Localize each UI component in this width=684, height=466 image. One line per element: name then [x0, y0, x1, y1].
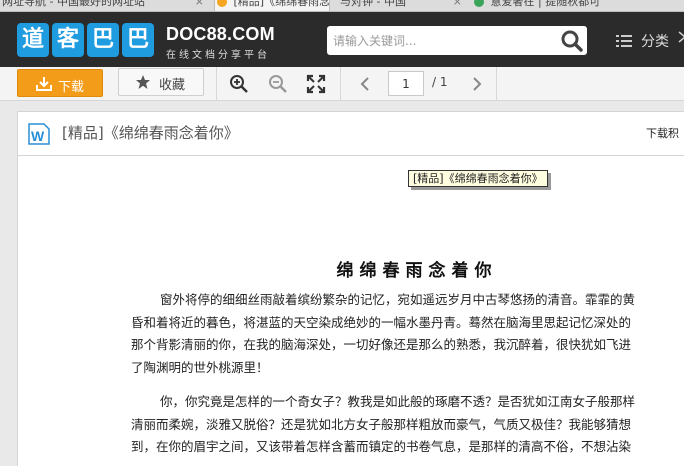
- download-label: 下载: [58, 80, 85, 95]
- brand-tagline: 在线文档分享平台: [166, 50, 270, 61]
- paragraph-line: 你，你究竟是怎样的一个奇女子？教我是如此般的琢磨不透？是否犹如江南女子般那样: [160, 394, 636, 409]
- search-box: [327, 26, 587, 55]
- download-icon: [36, 77, 52, 91]
- download-points-label[interactable]: 下载积: [646, 125, 679, 141]
- download-button[interactable]: 下载: [17, 69, 103, 97]
- browser-tab-1[interactable]: 网址导航 - 中国最好的网址站 ×: [0, 0, 208, 11]
- paragraph-line: 昏和着将近的暮色，将湛蓝的天空染成绝妙的一幅水墨丹青。蓦然在脑海里思起记忆深处的: [131, 314, 632, 330]
- document-title: [精品]《绵绵春雨念着你》: [62, 124, 239, 142]
- browser-tab-4[interactable]: 意爱奢在 | 提随秋都可: [472, 0, 684, 11]
- category-menu[interactable]: 分类: [641, 31, 669, 51]
- toolbar-divider: [496, 67, 497, 100]
- previous-page-icon[interactable]: [356, 74, 376, 94]
- doc-toolbar: 下载 收藏 / 1: [0, 67, 684, 101]
- document-header: W [精品]《绵绵春雨念着你》 下载积: [17, 111, 684, 156]
- brand-name[interactable]: DOC88.COM: [166, 24, 275, 45]
- search-button[interactable]: [559, 28, 585, 53]
- logo-char[interactable]: 道: [17, 23, 49, 57]
- browser-tab-3[interactable]: 与对钟 - 中国 ×: [338, 0, 466, 11]
- zoom-out-icon[interactable]: [268, 74, 288, 94]
- star-icon: [136, 75, 150, 89]
- search-favicon-icon: [474, 0, 484, 7]
- svg-text:W: W: [31, 128, 45, 144]
- document-heading: 绵绵春雨念着你: [336, 261, 498, 281]
- paragraph-line: 清丽而柔婉，淡雅又脱俗？还是犹如北方女子般那样粗放而豪气，气质又极佳？我能够猜想: [131, 416, 632, 432]
- browser-tab-strip: 网址导航 - 中国最好的网址站 × [精品]《绵绵春雨念着你 与对钟 - 中国 …: [0, 0, 684, 12]
- page-favicon-icon: [217, 0, 227, 7]
- next-page-icon[interactable]: [466, 74, 486, 94]
- logo-char[interactable]: 客: [52, 23, 84, 57]
- browser-tab-label: 意爱奢在 | 提随秋都可: [490, 0, 601, 8]
- zoom-in-icon[interactable]: [229, 74, 249, 94]
- favorite-button[interactable]: 收藏: [118, 68, 204, 96]
- favorite-label: 收藏: [159, 78, 186, 93]
- paragraph-line: 了陶渊明的世外桃源里！: [131, 359, 269, 375]
- paragraph-2: 你，你究竟是怎样的一个奇女子？教我是如此般的琢磨不透？是否犹如江南女子般那样 清…: [131, 391, 684, 459]
- browser-tab-label: [精品]《绵绵春雨念着你: [233, 0, 330, 8]
- word-document-icon: W: [28, 123, 50, 145]
- browser-tab-label: 网址导航 - 中国最好的网址站: [2, 0, 145, 8]
- logo-char[interactable]: 巴: [87, 23, 119, 57]
- paragraph-line: 窗外将停的细细丝雨敲着缤纷繁杂的记忆，宛如遥远岁月中古琴悠扬的清音。霏霏的黄: [160, 292, 636, 307]
- search-icon: [561, 30, 583, 52]
- close-icon[interactable]: ×: [453, 0, 462, 10]
- document-header-tag: [精品]《绵绵春雨念着你》: [408, 170, 548, 187]
- paragraph-line: 到，在你的眉宇之间，又该带着怎样含蓄而镇定的书卷气息，是那样的清高不俗，不想沾染: [131, 439, 632, 454]
- toolbar-divider: [216, 67, 217, 100]
- browser-tab-label: 与对钟 - 中国: [340, 0, 406, 8]
- paragraph-1: 窗外将停的细细丝雨敲着缤纷繁杂的记忆，宛如遥远岁月中古琴悠扬的清音。霏霏的黄 昏…: [131, 289, 684, 379]
- toolbar-divider: [340, 67, 341, 100]
- site-header: 道 客 巴 巴 DOC88.COM 在线文档分享平台 分类: [0, 12, 684, 67]
- close-icon[interactable]: ×: [195, 0, 204, 10]
- browser-tab-2[interactable]: [精品]《绵绵春雨念着你: [214, 0, 330, 11]
- list-icon[interactable]: [616, 34, 632, 48]
- page-total: / 1: [432, 75, 448, 89]
- logo-char[interactable]: 巴: [122, 23, 154, 57]
- fullscreen-icon[interactable]: [306, 74, 326, 94]
- paragraph-line: 那个背影清丽的你，在我的脑海深处，一切好像还是那么的熟悉，我沉醉着，很快犹如飞进: [131, 337, 632, 352]
- search-input[interactable]: [333, 32, 553, 50]
- page-number-input[interactable]: [388, 71, 424, 96]
- chevron-right-icon[interactable]: [676, 30, 684, 44]
